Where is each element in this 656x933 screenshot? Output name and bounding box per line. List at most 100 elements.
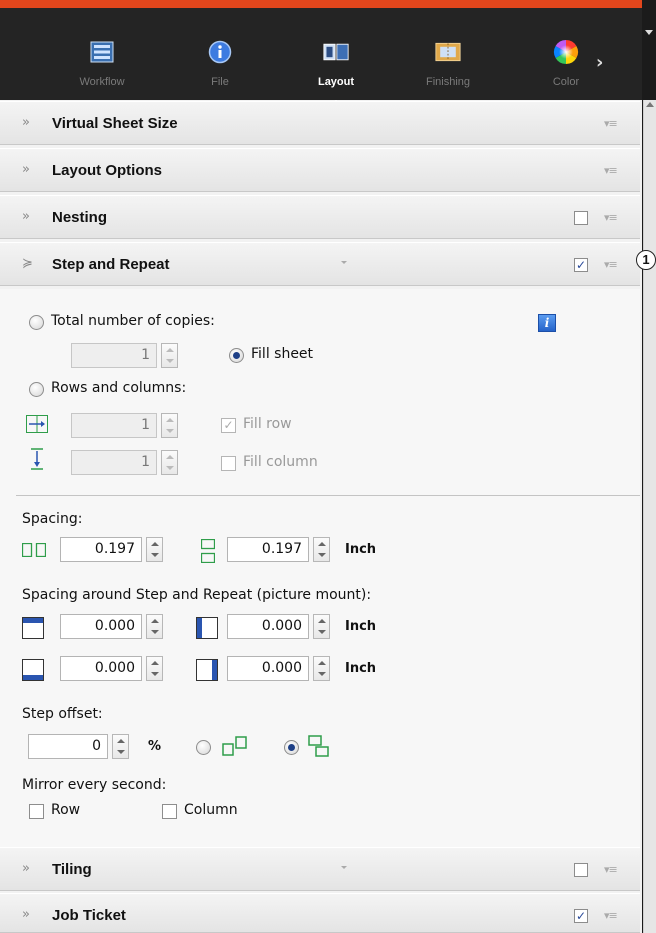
tab-color-label: Color: [552, 76, 580, 88]
mount-bottom-icon: [22, 659, 44, 685]
offset-columns-radio[interactable]: [196, 740, 211, 755]
mirror-column-label: Column: [184, 802, 238, 818]
step-offset-label: Step offset:: [22, 706, 103, 722]
mount-top-field[interactable]: 0.000: [60, 614, 142, 639]
rows-spinner[interactable]: [161, 413, 178, 438]
fill-sheet-label: Fill sheet: [251, 346, 314, 362]
mirror-row-checkbox[interactable]: [29, 804, 44, 819]
mount-unit-label: Inch: [345, 619, 377, 634]
color-wheel-icon: [553, 39, 579, 64]
mirror-row-label: Row: [51, 802, 81, 818]
fill-row-label: Fill row: [243, 416, 292, 432]
layout-icon: [323, 40, 349, 64]
mount-left-spinner[interactable]: [313, 614, 330, 639]
section-menu-icon[interactable]: ▾≡: [604, 258, 618, 271]
section-title: Nesting: [52, 209, 108, 226]
collapse-chevron-icon[interactable]: ≽: [22, 256, 33, 271]
mount-bottom-spinner[interactable]: [146, 656, 163, 681]
mirror-label: Mirror every second:: [22, 777, 167, 793]
rows-columns-label: Rows and columns:: [51, 380, 187, 396]
section-title: Tiling: [52, 861, 92, 878]
spacing-horizontal-spinner[interactable]: [146, 537, 163, 562]
tab-finishing-label: Finishing: [425, 76, 471, 88]
section-menu-icon[interactable]: ▾≡: [604, 211, 618, 224]
section-tiling[interactable]: » Tiling ▾≡: [0, 847, 640, 891]
step-offset-spinner[interactable]: [112, 734, 129, 759]
rows-columns-radio[interactable]: [29, 382, 44, 397]
fill-column-checkbox[interactable]: [221, 456, 236, 471]
section-layout-options[interactable]: » Layout Options ▾≡: [0, 148, 640, 192]
expand-chevron-icon[interactable]: »: [22, 209, 30, 224]
section-title: Job Ticket: [52, 907, 126, 924]
tab-color[interactable]: Color: [526, 16, 606, 108]
step-offset-field[interactable]: 0: [28, 734, 108, 759]
step-repeat-enable-checkbox[interactable]: ✓: [574, 258, 588, 272]
expand-chevron-icon[interactable]: »: [22, 162, 30, 177]
section-virtual-sheet-size[interactable]: » Virtual Sheet Size ▾≡: [0, 101, 640, 145]
expand-chevron-icon[interactable]: »: [22, 861, 30, 876]
spacing-label: Spacing:: [22, 511, 83, 527]
header-caret-icon: [341, 866, 347, 869]
section-title: Layout Options: [52, 162, 162, 179]
total-copies-label: Total number of copies:: [51, 313, 215, 329]
section-menu-icon[interactable]: ▾≡: [604, 117, 618, 130]
toolbar: Workflow File Layout Finishing Color ›: [0, 0, 656, 108]
tab-workflow[interactable]: Workflow: [62, 16, 142, 108]
offset-rows-radio[interactable]: [284, 740, 299, 755]
spacing-vertical-field[interactable]: 0.197: [227, 537, 309, 562]
columns-spinner[interactable]: [161, 450, 178, 475]
rows-field[interactable]: 1: [71, 413, 157, 438]
nesting-enable-checkbox[interactable]: [574, 211, 588, 225]
mount-left-icon: [196, 617, 218, 643]
scroll-up-icon[interactable]: [646, 102, 654, 107]
fill-column-label: Fill column: [243, 454, 318, 470]
section-menu-icon[interactable]: ▾≡: [604, 909, 618, 922]
mount-bottom-field[interactable]: 0.000: [60, 656, 142, 681]
scrollbar-track[interactable]: [643, 100, 656, 933]
finishing-icon: [435, 40, 461, 64]
workflow-icon: [89, 40, 115, 64]
section-title: Step and Repeat: [52, 256, 170, 273]
scroll-tabs-right-icon[interactable]: ›: [596, 52, 603, 73]
vertical-scrollbar[interactable]: [642, 0, 656, 933]
total-copies-spinner[interactable]: [161, 343, 178, 368]
callout-badge: 1: [636, 250, 656, 270]
fill-row-checkbox[interactable]: ✓: [221, 418, 236, 433]
columns-field[interactable]: 1: [71, 450, 157, 475]
mount-unit-label: Inch: [345, 661, 377, 676]
tab-finishing[interactable]: Finishing: [408, 16, 488, 108]
total-copies-field[interactable]: 1: [71, 343, 157, 368]
header-caret-icon: [341, 261, 347, 264]
spacing-vertical-spinner[interactable]: [313, 537, 330, 562]
section-menu-icon[interactable]: ▾≡: [604, 863, 618, 876]
mount-top-spinner[interactable]: [146, 614, 163, 639]
row-offset-icon: [308, 735, 334, 761]
section-step-and-repeat[interactable]: ≽ Step and Repeat ✓ ▾≡: [0, 242, 640, 286]
info-icon: [207, 40, 233, 64]
step-offset-percent: %: [148, 739, 162, 754]
total-copies-radio[interactable]: [29, 315, 44, 330]
section-menu-icon[interactable]: ▾≡: [604, 164, 618, 177]
column-offset-icon: [222, 735, 248, 761]
section-title: Virtual Sheet Size: [52, 115, 178, 132]
info-icon[interactable]: i: [538, 314, 556, 332]
tab-layout-label: Layout: [317, 76, 355, 88]
mount-left-field[interactable]: 0.000: [227, 614, 309, 639]
job-ticket-enable-checkbox[interactable]: ✓: [574, 909, 588, 923]
mount-right-spinner[interactable]: [313, 656, 330, 681]
section-nesting[interactable]: » Nesting ▾≡: [0, 195, 640, 239]
tab-file-label: File: [211, 76, 229, 88]
section-job-ticket[interactable]: » Job Ticket ✓ ▾≡: [0, 893, 640, 933]
mirror-column-checkbox[interactable]: [162, 804, 177, 819]
expand-chevron-icon[interactable]: »: [22, 115, 30, 130]
tiling-enable-checkbox[interactable]: [574, 863, 588, 877]
vertical-spacing-icon: [200, 538, 216, 567]
mount-right-field[interactable]: 0.000: [227, 656, 309, 681]
mount-spacing-label: Spacing around Step and Repeat (picture …: [22, 587, 372, 603]
expand-chevron-icon[interactable]: »: [22, 907, 30, 922]
tab-file[interactable]: File: [180, 16, 260, 108]
panel-menu-arrow-icon[interactable]: [645, 30, 653, 35]
tab-layout[interactable]: Layout: [296, 16, 376, 108]
spacing-horizontal-field[interactable]: 0.197: [60, 537, 142, 562]
fill-sheet-radio[interactable]: [229, 348, 244, 363]
